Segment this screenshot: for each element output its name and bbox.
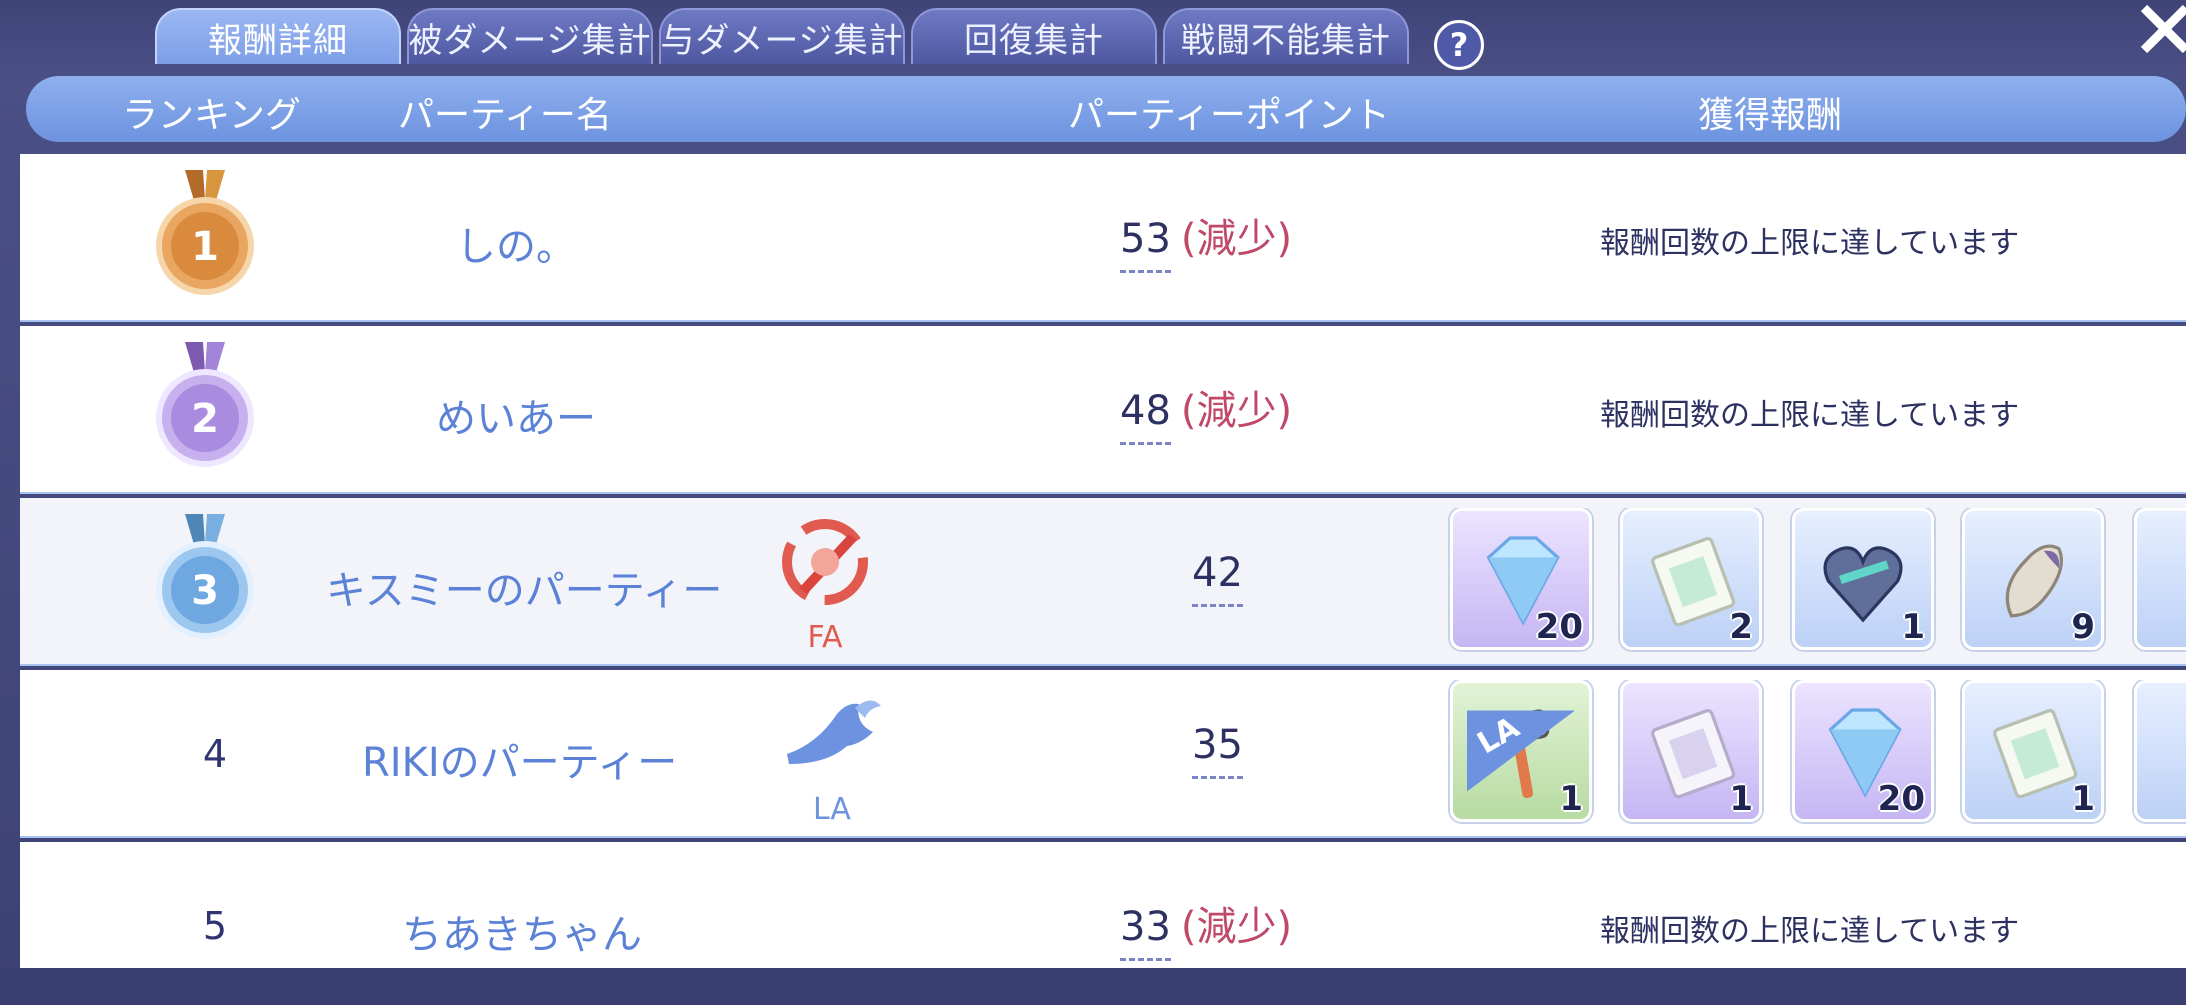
table-row[interactable]: 1 しの。 53 (減少) 報酬回数の上限に達しています: [20, 154, 2186, 322]
gold-medal-icon: 1: [156, 170, 254, 295]
reward-item[interactable]: [2134, 680, 2186, 822]
reward-limit-text: 報酬回数の上限に達しています: [1600, 226, 2020, 261]
table-header: ランキング パーティー名 パーティーポイント 獲得報酬: [26, 76, 2186, 142]
rank-number: 5: [202, 904, 228, 948]
points-value: 42: [1192, 550, 1243, 607]
points-value: 35: [1192, 722, 1243, 779]
reward-item[interactable]: 1: [1620, 680, 1762, 822]
first-attack-badge: FA: [755, 508, 895, 655]
item-quantity: 1: [2071, 779, 2095, 819]
svg-text:3: 3: [191, 568, 219, 614]
points-decrease-note: (減少): [1180, 216, 1293, 262]
last-attack-badge: LA: [762, 680, 902, 827]
tab-reward-details[interactable]: 報酬詳細: [155, 8, 401, 64]
ranking-list: 1 しの。 53 (減少) 報酬回数の上限に達しています 2 めいあー 48 (減少…: [20, 154, 2186, 972]
reward-item[interactable]: 9: [1962, 508, 2104, 650]
points-decrease-note: (減少): [1180, 904, 1293, 950]
reward-item[interactable]: 20: [1450, 508, 1592, 650]
reward-item[interactable]: LA 1: [1450, 680, 1592, 822]
party-points: 53 (減少): [1120, 206, 1320, 273]
points-value: 48: [1120, 388, 1171, 445]
points-value: 33: [1120, 904, 1171, 961]
item-quantity: 2: [1729, 607, 1753, 647]
tab-label: 報酬詳細: [208, 20, 348, 61]
footer-strip: [0, 968, 2186, 1005]
points-decrease-note: (減少): [1180, 388, 1293, 434]
help-button[interactable]: ?: [1434, 20, 1484, 70]
party-name: ちあきちゃん: [402, 912, 642, 958]
reward-item[interactable]: 2: [1620, 508, 1762, 650]
reward-item[interactable]: 1: [1962, 680, 2104, 822]
party-name: RIKIのパーティー: [362, 740, 678, 786]
party-points: 42: [1192, 550, 1392, 607]
header-rank: ランキング: [122, 95, 301, 136]
party-points: 35: [1192, 722, 1392, 779]
party-points: 48 (減少): [1120, 378, 1320, 445]
tab-bar: 報酬詳細 被ダメージ集計 与ダメージ集計 回復集計 戦闘不能集計: [155, 8, 1409, 68]
table-row[interactable]: 4 RIKIのパーティー LA 35 LA 1 1 20 1: [20, 670, 2186, 838]
reward-item[interactable]: 1: [1792, 508, 1934, 650]
sword-swirl-icon: [782, 519, 868, 605]
tab-label: 回復集計: [964, 20, 1104, 61]
rank-number: 4: [202, 732, 228, 776]
tab-label: 戦闘不能集計: [1181, 20, 1391, 61]
reward-limit-text: 報酬回数の上限に達しています: [1600, 914, 2020, 949]
table-row[interactable]: 5 ちあきちゃん 33 (減少) 報酬回数の上限に達しています: [20, 842, 2186, 972]
badge-label: LA: [813, 792, 851, 827]
reward-items: 20 2 1 9: [1448, 508, 2186, 656]
party-name: キスミーのパーティー: [326, 568, 723, 614]
party-name: めいあー: [436, 396, 596, 442]
svg-text:1: 1: [191, 224, 219, 270]
reward-items: LA 1 1 20 1: [1448, 680, 2186, 828]
silver-medal-icon: 2: [156, 342, 254, 467]
tab-label: 与ダメージ集計: [660, 20, 904, 61]
points-value: 53: [1120, 216, 1171, 273]
tab-incapacitated[interactable]: 戦闘不能集計: [1163, 8, 1409, 64]
party-name: しの。: [456, 224, 576, 270]
reward-item[interactable]: 20: [1792, 680, 1934, 822]
party-points: 33 (減少): [1120, 894, 1320, 961]
table-row[interactable]: 3 キスミーのパーティー FA 42 20 2 1 9: [20, 498, 2186, 666]
tab-damage-taken[interactable]: 被ダメージ集計: [407, 8, 653, 64]
tab-label: 被ダメージ集計: [408, 20, 652, 61]
item-quantity: 1: [1729, 779, 1753, 819]
item-quantity: 1: [1901, 607, 1925, 647]
reward-limit-text: 報酬回数の上限に達しています: [1600, 398, 2020, 433]
item-quantity: 1: [1559, 779, 1583, 819]
header-reward: 獲得報酬: [1698, 95, 1843, 136]
table-row[interactable]: 2 めいあー 48 (減少) 報酬回数の上限に達しています: [20, 326, 2186, 494]
item-quantity: 20: [1535, 607, 1583, 647]
badge-label: FA: [807, 620, 843, 655]
header-party-name: パーティー名: [398, 95, 612, 136]
close-button[interactable]: [2126, 0, 2186, 60]
svg-text:2: 2: [191, 396, 219, 442]
winged-boot-icon: [787, 700, 881, 764]
tab-healing[interactable]: 回復集計: [911, 8, 1157, 64]
item-quantity: 20: [1877, 779, 1925, 819]
bronze-medal-icon: 3: [156, 514, 254, 639]
item-quantity: 9: [2071, 607, 2095, 647]
reward-item[interactable]: [2134, 508, 2186, 650]
header-party-points: パーティーポイント: [1068, 95, 1390, 136]
close-icon: [2140, 4, 2186, 54]
tab-damage-dealt[interactable]: 与ダメージ集計: [659, 8, 905, 64]
